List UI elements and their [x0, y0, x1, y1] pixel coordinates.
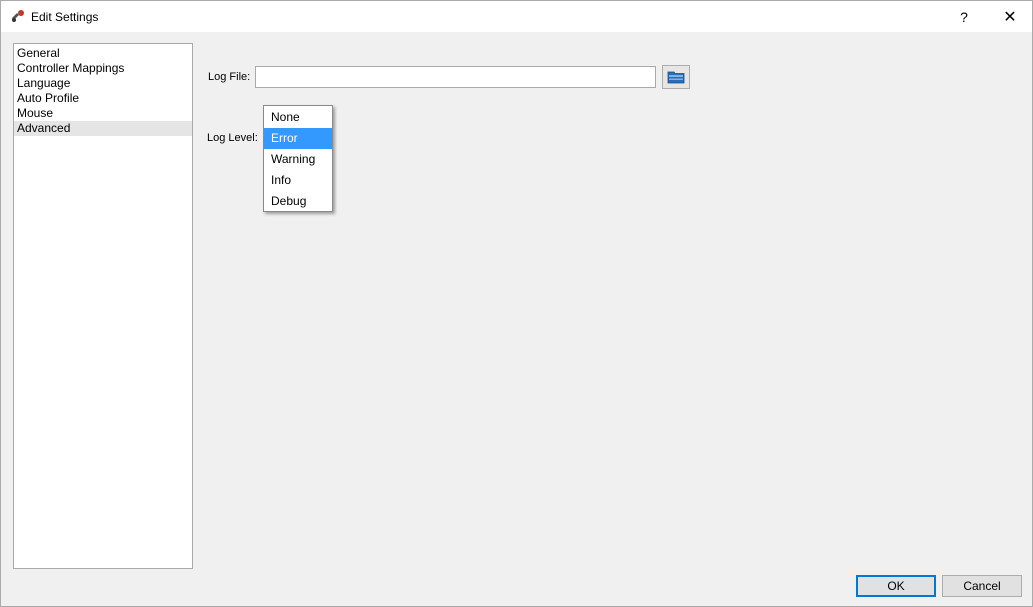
log-level-option-debug[interactable]: Debug — [264, 191, 332, 212]
close-button[interactable]: ✕ — [987, 1, 1033, 32]
log-level-option-info[interactable]: Info — [264, 170, 332, 191]
title-bar: Edit Settings ? ✕ — [1, 1, 1032, 32]
sidebar-item-language[interactable]: Language — [14, 76, 192, 91]
browse-button[interactable] — [662, 65, 690, 89]
help-button[interactable]: ? — [941, 1, 987, 32]
sidebar-item-auto-profile[interactable]: Auto Profile — [14, 91, 192, 106]
window-title: Edit Settings — [31, 10, 99, 24]
sidebar-item-general[interactable]: General — [14, 46, 192, 61]
log-file-input[interactable] — [255, 66, 656, 88]
log-level-option-error[interactable]: Error — [264, 128, 332, 149]
log-level-option-warning[interactable]: Warning — [264, 149, 332, 170]
edit-settings-dialog: Edit Settings ? ✕ General Controller Map… — [0, 0, 1033, 607]
sidebar-item-controller-mappings[interactable]: Controller Mappings — [14, 61, 192, 76]
sidebar-item-mouse[interactable]: Mouse — [14, 106, 192, 121]
folder-icon — [667, 71, 685, 84]
log-file-label: Log File: — [208, 71, 251, 83]
cancel-button[interactable]: Cancel — [942, 575, 1022, 597]
log-level-label: Log Level: — [207, 132, 258, 144]
log-level-dropdown-list[interactable]: None Error Warning Info Debug — [263, 105, 333, 212]
sidebar-item-advanced[interactable]: Advanced — [14, 121, 192, 136]
gamepad-icon — [12, 10, 24, 22]
log-level-option-none[interactable]: None — [264, 107, 332, 128]
ok-button[interactable]: OK — [856, 575, 936, 597]
settings-category-list[interactable]: General Controller Mappings Language Aut… — [13, 43, 193, 569]
